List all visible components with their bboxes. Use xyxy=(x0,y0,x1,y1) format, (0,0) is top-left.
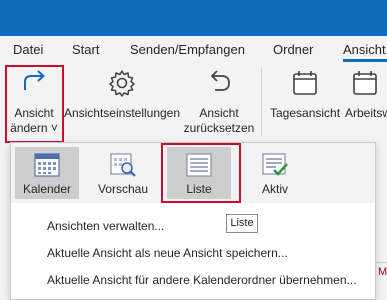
tooltip: Liste xyxy=(226,214,258,233)
ribbon-tabs: Datei Start Senden/Empfangen Ordner Ansi… xyxy=(0,36,387,63)
calendar-icon xyxy=(352,71,377,95)
title-bar xyxy=(0,0,387,36)
menu-item-apply-view[interactable]: Aktuelle Ansicht für andere Kalenderordn… xyxy=(47,273,357,287)
ribbon-separator xyxy=(261,68,262,136)
gear-icon xyxy=(109,70,135,97)
gallery-label-aktiv: Aktiv xyxy=(261,182,288,196)
highlight-change-view xyxy=(5,65,64,143)
tab-ansicht[interactable]: Ansicht xyxy=(343,42,386,57)
reset-view-button[interactable]: Ansicht zurücksetzen xyxy=(182,63,256,143)
active-tab-indicator xyxy=(343,59,387,62)
reset-view-label: Ansicht xyxy=(199,106,239,120)
gallery-label-kalender: Kalender xyxy=(22,182,72,196)
preview-search-icon xyxy=(110,153,136,177)
calendar-icon xyxy=(293,71,317,95)
gallery-item-kalender[interactable]: Kalender xyxy=(15,147,79,199)
work-week-button[interactable]: Arbeitsw xyxy=(342,63,387,143)
day-view-label: Tagesansicht xyxy=(270,106,341,120)
work-week-label: Arbeitsw xyxy=(345,106,387,120)
menu-item-manage-views[interactable]: Ansichten verwalten... xyxy=(47,219,164,233)
tab-senden-empfangen[interactable]: Senden/Empfangen xyxy=(130,42,245,57)
active-check-icon xyxy=(262,153,288,176)
gallery-label-vorschau: Vorschau xyxy=(97,182,149,196)
gallery-item-vorschau[interactable]: Vorschau xyxy=(91,147,155,199)
tab-ordner[interactable]: Ordner xyxy=(273,42,313,57)
tab-datei[interactable]: Datei xyxy=(13,42,43,57)
view-settings-button[interactable]: Ansichtseinstellungen xyxy=(62,63,182,143)
gallery-item-aktiv[interactable]: Aktiv xyxy=(243,147,307,199)
view-settings-label: Ansichtseinstellungen xyxy=(63,106,181,120)
background-text: M xyxy=(378,266,387,278)
undo-icon xyxy=(210,70,230,91)
change-view-menu: Kalender Vorschau Liste Aktiv Ansichten … xyxy=(10,142,376,300)
reset-view-label-2: zurücksetzen xyxy=(183,121,255,135)
view-gallery: Kalender Vorschau Liste Aktiv xyxy=(11,143,375,203)
menu-item-save-view[interactable]: Aktuelle Ansicht als neue Ansicht speich… xyxy=(47,246,288,260)
tab-start[interactable]: Start xyxy=(72,42,99,57)
ribbon-panel: Ansicht ändern ˅ Ansichtseinstellungen A… xyxy=(0,63,387,143)
background-divider xyxy=(376,262,387,263)
highlight-liste xyxy=(161,143,241,203)
day-view-button[interactable]: Tagesansicht xyxy=(270,63,340,143)
calendar-grid-icon xyxy=(34,153,60,177)
